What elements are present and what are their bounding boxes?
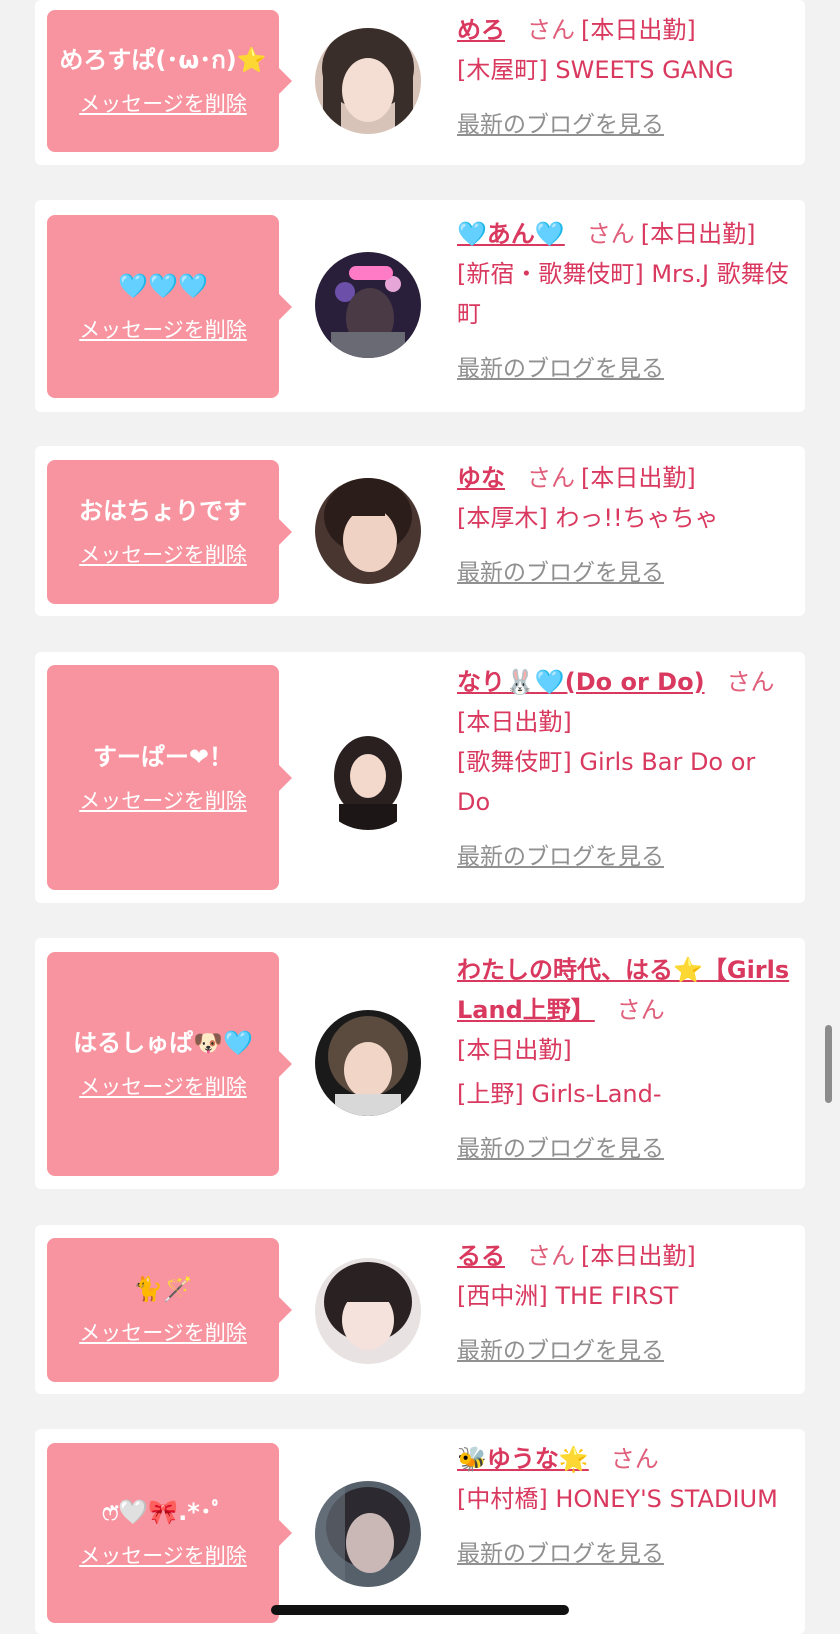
status-label: [本日出勤] bbox=[581, 1242, 696, 1270]
message-card: めろすぱ(･ω･ก)⭐️ メッセージを削除 めろ さん [本日出勤] [木屋町] S… bbox=[35, 0, 805, 165]
shop-location: [歌舞伎町] Girls Bar Do or Do bbox=[457, 748, 756, 816]
san-label: さん bbox=[527, 1242, 575, 1270]
cast-name-link[interactable]: 🐝ゆうな🌟 bbox=[457, 1445, 589, 1473]
message-bubble: 🐈🪄 メッセージを削除 bbox=[47, 1238, 292, 1382]
delete-message-link[interactable]: メッセージを削除 bbox=[79, 88, 247, 118]
message-bubble: めろすぱ(･ω･ก)⭐️ メッセージを削除 bbox=[47, 10, 292, 152]
san-label: さん bbox=[586, 220, 635, 248]
message-card: はるしゅぱ🐶🩵 メッセージを削除 わたしの時代、はる⭐️【Girls Land上… bbox=[35, 938, 805, 1189]
delete-message-link[interactable]: メッセージを削除 bbox=[79, 314, 247, 344]
avatar[interactable] bbox=[315, 724, 421, 830]
avatar[interactable] bbox=[315, 28, 421, 134]
shop-location: [上野] Girls-Land- bbox=[457, 1080, 662, 1108]
view-blog-link[interactable]: 最新のブログを見る bbox=[457, 1136, 664, 1162]
message-card: 🐈🪄 メッセージを削除 るる さん [本日出勤] [西中洲] THE FIRST 最… bbox=[35, 1225, 805, 1394]
avatar[interactable] bbox=[315, 1010, 421, 1116]
view-blog-link[interactable]: 最新のブログを見る bbox=[457, 1541, 664, 1567]
status-label: [本日出勤] bbox=[457, 708, 572, 736]
san-label: さん bbox=[527, 464, 575, 492]
shop-location: [新宿・歌舞伎町] Mrs.J 歌舞伎町 bbox=[457, 260, 789, 328]
avatar[interactable] bbox=[315, 252, 421, 358]
cast-info: るる さん [本日出勤] [西中洲] THE FIRST 最新のブログを見る bbox=[457, 1236, 793, 1371]
status-label: [本日出勤] bbox=[640, 220, 756, 248]
scrollbar[interactable] bbox=[825, 1025, 832, 1103]
cast-info: なり🐰🩵(Do or Do) さん [本日出勤] [歌舞伎町] Girls Bar … bbox=[457, 662, 793, 877]
view-blog-link[interactable]: 最新のブログを見る bbox=[457, 112, 664, 138]
san-label: さん bbox=[610, 1445, 659, 1473]
cast-info: めろ さん [本日出勤] [木屋町] SWEETS GANG 最新のブログを見る bbox=[457, 10, 793, 145]
cast-name-link[interactable]: ゆな bbox=[457, 464, 505, 492]
view-blog-link[interactable]: 最新のブログを見る bbox=[457, 844, 664, 870]
shop-location: [西中洲] THE FIRST bbox=[457, 1282, 679, 1310]
message-text: ෆ̈🤍🎀.*･ﾟ bbox=[102, 1498, 224, 1526]
shop-location: [中村橋] HONEY'S STADIUM bbox=[457, 1485, 778, 1513]
message-card: 🩵🩵🩵 メッセージを削除 🩵あん🩵 さん [本日出勤] [新宿・歌舞伎町] Mrs.… bbox=[35, 200, 805, 412]
cast-info: わたしの時代、はる⭐️【Girls Land上野】 さん [本日出勤] [上野] … bbox=[457, 950, 793, 1169]
home-indicator[interactable] bbox=[271, 1605, 569, 1615]
message-text: おはちょりです bbox=[79, 497, 247, 525]
avatar[interactable] bbox=[315, 1481, 421, 1587]
cast-name-link[interactable]: るる bbox=[457, 1242, 505, 1270]
message-text: 🐈🪄 bbox=[133, 1275, 193, 1303]
delete-message-link[interactable]: メッセージを削除 bbox=[79, 539, 247, 569]
shop-location: [本厚木] わっ!!ちゃちゃ bbox=[457, 504, 719, 532]
message-text: 🩵🩵🩵 bbox=[118, 271, 208, 300]
san-label: さん bbox=[527, 16, 575, 44]
san-label: さん bbox=[616, 996, 665, 1024]
status-label: [本日出勤] bbox=[581, 16, 696, 44]
cast-info: ゆな さん [本日出勤] [本厚木] わっ!!ちゃちゃ 最新のブログを見る bbox=[457, 458, 793, 593]
message-bubble: 🩵🩵🩵 メッセージを削除 bbox=[47, 215, 292, 398]
cast-info: 🩵あん🩵 さん [本日出勤] [新宿・歌舞伎町] Mrs.J 歌舞伎町 最新のブログ… bbox=[457, 214, 793, 389]
message-card: おはちょりです メッセージを削除 ゆな さん [本日出勤] [本厚木] わっ!!ちゃ… bbox=[35, 446, 805, 616]
avatar[interactable] bbox=[315, 478, 421, 584]
cast-name-link[interactable]: なり🐰🩵(Do or Do) bbox=[457, 668, 705, 696]
delete-message-link[interactable]: メッセージを削除 bbox=[79, 785, 247, 815]
view-blog-link[interactable]: 最新のブログを見る bbox=[457, 1338, 664, 1364]
message-bubble: おはちょりです メッセージを削除 bbox=[47, 460, 292, 604]
message-text: めろすぱ(･ω･ก)⭐️ bbox=[59, 46, 267, 74]
view-blog-link[interactable]: 最新のブログを見る bbox=[457, 356, 664, 382]
delete-message-link[interactable]: メッセージを削除 bbox=[79, 1540, 247, 1570]
cast-info: 🐝ゆうな🌟 さん [中村橋] HONEY'S STADIUM 最新のブログを見る bbox=[457, 1439, 793, 1574]
san-label: さん bbox=[726, 668, 775, 696]
view-blog-link[interactable]: 最新のブログを見る bbox=[457, 560, 664, 586]
message-text: すーぱー❤！ bbox=[92, 742, 234, 771]
message-card: すーぱー❤！ メッセージを削除 なり🐰🩵(Do or Do) さん [本日出勤] [… bbox=[35, 652, 805, 903]
message-text: はるしゅぱ🐶🩵 bbox=[73, 1029, 253, 1057]
message-card: ෆ̈🤍🎀.*･ﾟ メッセージを削除 🐝ゆうな🌟 さん [中村橋] HONEY'S … bbox=[35, 1429, 805, 1634]
status-label: [本日出勤] bbox=[457, 1036, 572, 1064]
delete-message-link[interactable]: メッセージを削除 bbox=[79, 1317, 247, 1347]
avatar[interactable] bbox=[315, 1258, 421, 1364]
shop-location: [木屋町] SWEETS GANG bbox=[457, 56, 734, 84]
delete-message-link[interactable]: メッセージを削除 bbox=[79, 1071, 247, 1101]
cast-name-link[interactable]: 🩵あん🩵 bbox=[457, 220, 565, 248]
message-bubble: はるしゅぱ🐶🩵 メッセージを削除 bbox=[47, 952, 292, 1176]
status-label: [本日出勤] bbox=[581, 464, 696, 492]
cast-name-link[interactable]: めろ bbox=[457, 16, 505, 44]
message-bubble: すーぱー❤！ メッセージを削除 bbox=[47, 665, 292, 890]
message-bubble: ෆ̈🤍🎀.*･ﾟ メッセージを削除 bbox=[47, 1443, 292, 1623]
